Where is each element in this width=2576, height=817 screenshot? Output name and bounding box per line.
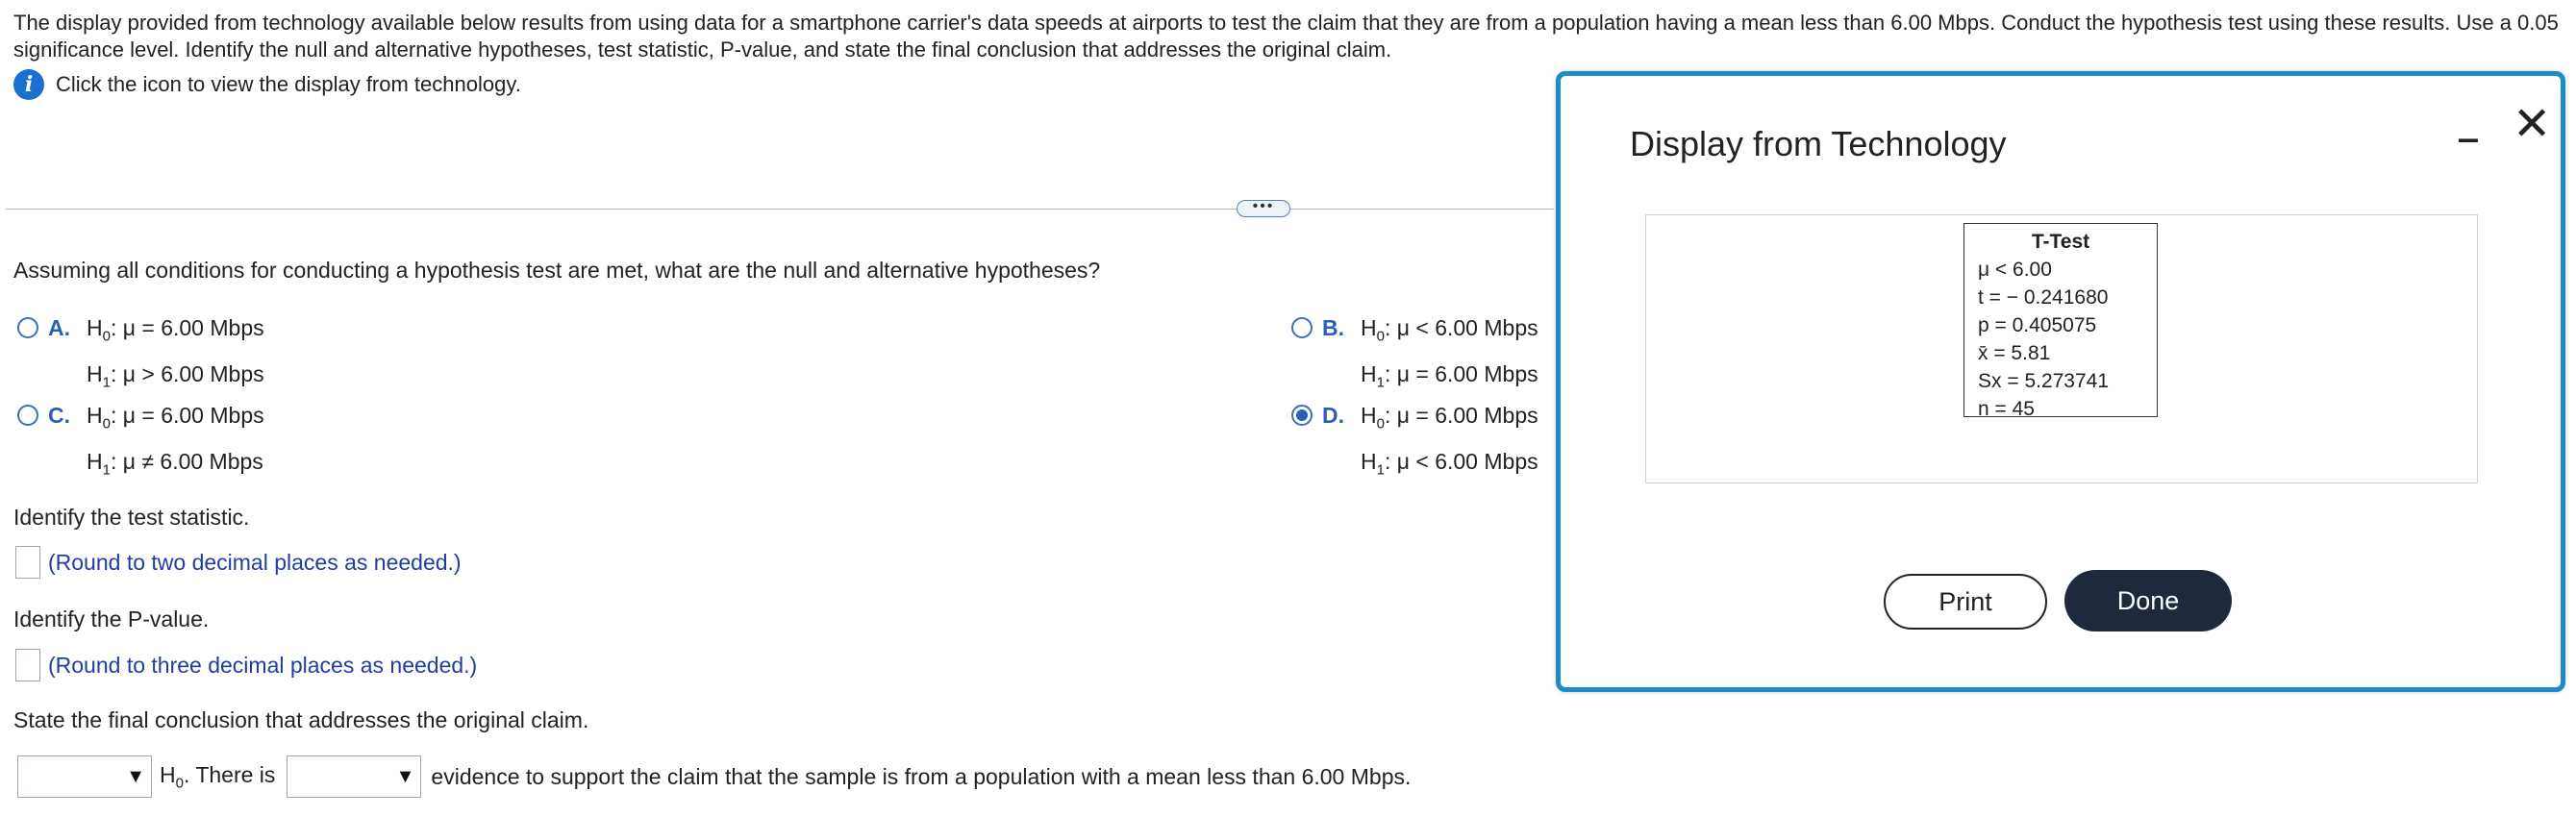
- question-test-statistic: Identify the test statistic.: [13, 505, 250, 530]
- hint-three-decimals: (Round to three decimal places as needed…: [48, 652, 478, 678]
- radio-d-selected[interactable]: [1291, 405, 1313, 426]
- radio-c[interactable]: [17, 405, 38, 426]
- ttest-line: x̄ = 5.81: [1978, 342, 2051, 364]
- choice-letter: C.: [48, 403, 70, 428]
- info-link-row[interactable]: i Click the icon to view the display fro…: [13, 69, 521, 100]
- info-icon[interactable]: i: [13, 69, 44, 100]
- minimize-icon[interactable]: ‒: [2459, 118, 2478, 159]
- ttest-title: T-Test: [2031, 231, 2090, 253]
- ttest-line: t = − 0.241680: [1978, 286, 2109, 309]
- radio-a[interactable]: [17, 317, 38, 338]
- divider: [6, 209, 1554, 210]
- p-value-row: (Round to three decimal places as needed…: [15, 649, 477, 681]
- choice-d[interactable]: D. H0: μ = 6.00 Mbps H1: μ < 6.00 Mbps: [1291, 397, 1538, 488]
- print-button[interactable]: Print: [1884, 574, 2047, 630]
- evidence-select[interactable]: ▼: [287, 755, 422, 798]
- more-button[interactable]: •••: [1237, 199, 1290, 217]
- dialog-title: Display from Technology: [1630, 124, 2007, 163]
- reject-select[interactable]: ▼: [17, 755, 152, 798]
- choice-letter: D.: [1322, 403, 1344, 428]
- choice-hypotheses: H0: μ < 6.00 Mbps H1: μ = 6.00 Mbps: [1361, 315, 1538, 391]
- choice-hypotheses: H0: μ = 6.00 Mbps H1: μ < 6.00 Mbps: [1361, 403, 1538, 479]
- choice-letter: A.: [48, 315, 70, 340]
- ttest-line: Sx = 5.273741: [1978, 370, 2110, 392]
- radio-b[interactable]: [1291, 317, 1313, 338]
- ttest-output: T-Test μ < 6.00 t = − 0.241680 p = 0.405…: [1963, 223, 2158, 420]
- choice-letter: B.: [1322, 315, 1344, 340]
- choice-hypotheses: H0: μ = 6.00 Mbps H1: μ > 6.00 Mbps: [87, 315, 264, 391]
- hint-two-decimals: (Round to two decimal places as needed.): [48, 549, 462, 575]
- ttest-line: μ < 6.00: [1978, 259, 2052, 281]
- test-statistic-row: (Round to two decimal places as needed.): [15, 546, 462, 579]
- dropdown-arrow-icon: ▼: [395, 766, 415, 787]
- test-statistic-input[interactable]: [15, 546, 40, 579]
- dropdown-arrow-icon: ▼: [126, 766, 145, 787]
- question-p-value: Identify the P-value.: [13, 607, 210, 631]
- choice-c[interactable]: C. H0: μ = 6.00 Mbps H1: μ ≠ 6.00 Mbps: [17, 397, 264, 488]
- info-link-text[interactable]: Click the icon to view the display from …: [56, 72, 521, 97]
- done-button[interactable]: Done: [2064, 570, 2232, 631]
- p-value-input[interactable]: [15, 649, 40, 681]
- choice-b[interactable]: B. H0: μ < 6.00 Mbps H1: μ = 6.00 Mbps: [1291, 309, 1538, 401]
- conclusion-tail: evidence to support the claim that the s…: [431, 763, 1412, 789]
- question-hypotheses: Assuming all conditions for conducting a…: [13, 258, 1101, 283]
- choice-a[interactable]: A. H0: μ = 6.00 Mbps H1: μ > 6.00 Mbps: [17, 309, 264, 401]
- technology-dialog: Display from Technology ‒ ✕ T-Test μ < 6…: [1556, 71, 2565, 692]
- ttest-line: p = 0.405075: [1978, 314, 2097, 336]
- conclusion-row: ▼ H0. There is ▼ evidence to support the…: [17, 755, 1411, 798]
- technology-display: T-Test μ < 6.00 t = − 0.241680 p = 0.405…: [1645, 214, 2478, 483]
- ttest-line: n = 45: [1978, 398, 2035, 420]
- question-prompt: The display provided from technology ava…: [13, 11, 2559, 62]
- question-conclusion: State the final conclusion that addresse…: [13, 707, 589, 732]
- choice-hypotheses: H0: μ = 6.00 Mbps H1: μ ≠ 6.00 Mbps: [87, 403, 264, 479]
- close-icon[interactable]: ✕: [2513, 97, 2551, 151]
- h0-text: H0. There is: [160, 761, 276, 792]
